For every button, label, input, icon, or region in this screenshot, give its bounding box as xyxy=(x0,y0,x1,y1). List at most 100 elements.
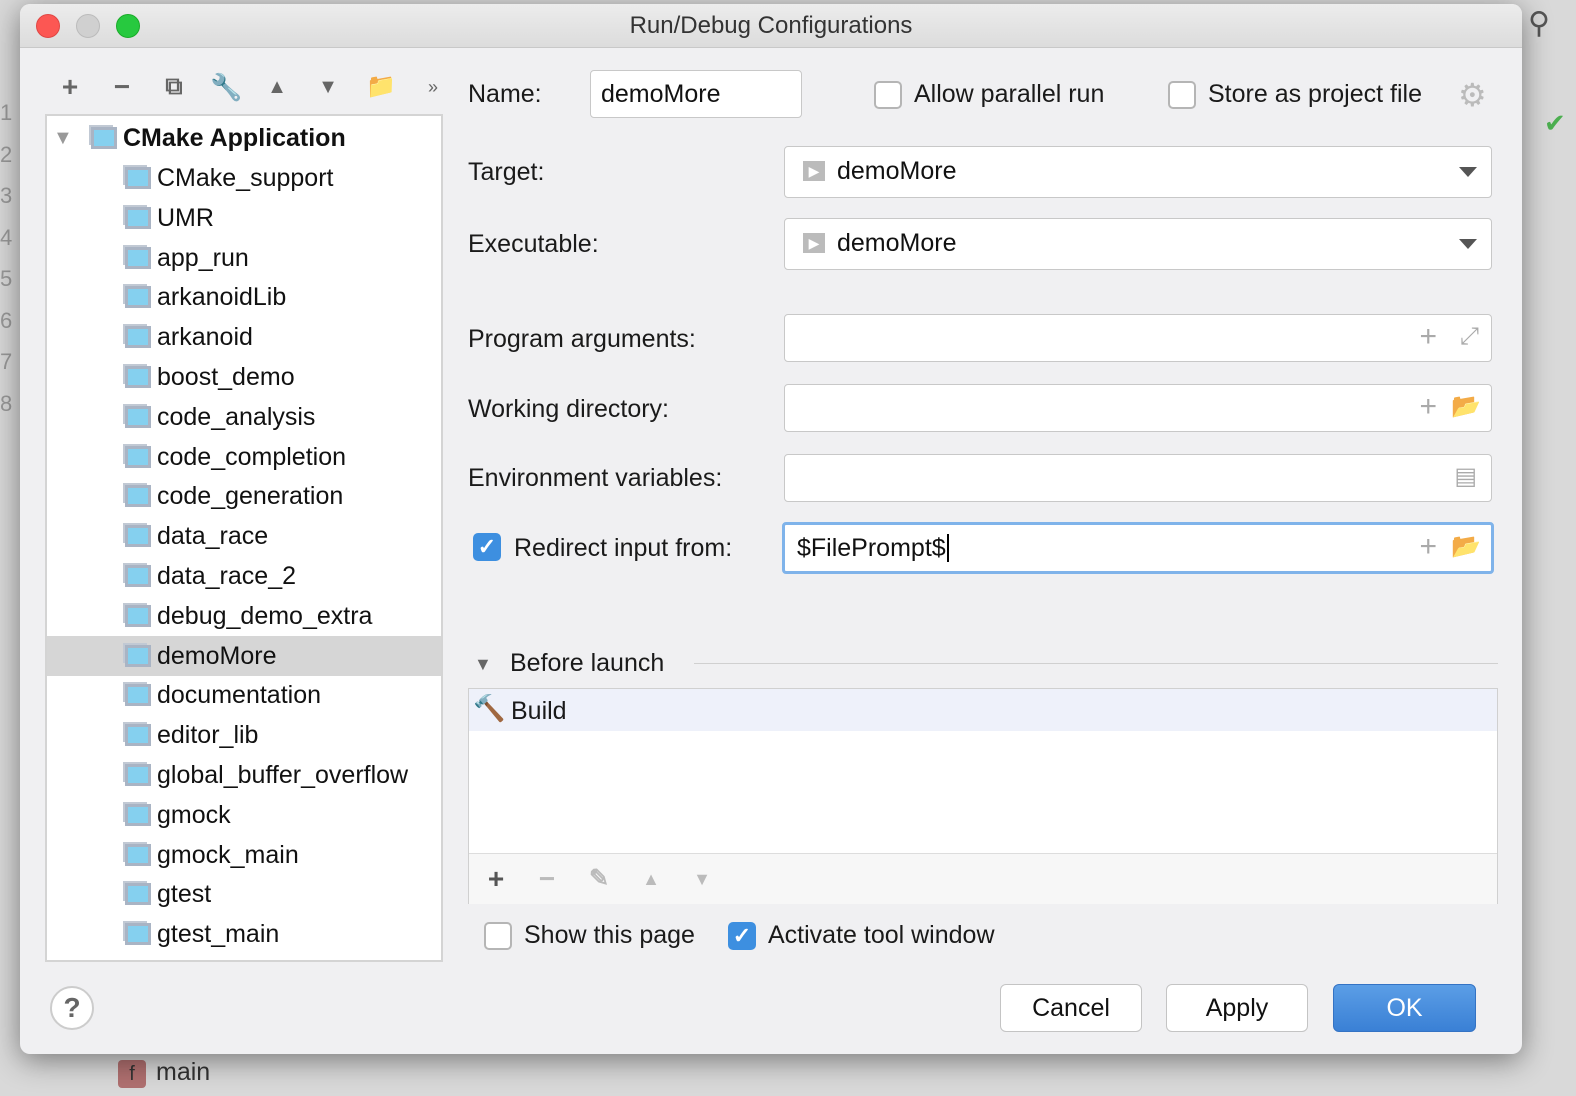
wrench-icon[interactable]: 🔧 xyxy=(210,72,242,102)
tree-item-label: documentation xyxy=(157,681,322,710)
name-input[interactable]: demoMore xyxy=(590,70,802,118)
expand-icon[interactable]: ⤢ xyxy=(1460,315,1479,359)
check-icon: ✔ xyxy=(1544,108,1566,138)
insert-macro-icon[interactable]: + xyxy=(1419,385,1437,429)
allow-parallel-run-checkbox[interactable] xyxy=(874,81,902,109)
move-down-icon[interactable]: ▼ xyxy=(687,864,717,894)
line-number: 1 xyxy=(0,100,13,125)
more-icon[interactable]: » xyxy=(418,72,448,102)
working-directory-input[interactable]: + 📂 xyxy=(784,384,1492,432)
executable-value: demoMore xyxy=(837,229,957,257)
line-number: 6 xyxy=(0,307,13,333)
tree-item[interactable]: arkanoid xyxy=(47,317,441,357)
tree-item[interactable]: gtest_main xyxy=(47,914,441,954)
tree-item[interactable]: code_completion xyxy=(47,437,441,477)
redirect-input-field[interactable]: $FilePrompt$ + 📂 xyxy=(782,522,1494,574)
move-up-icon[interactable]: ▲ xyxy=(636,864,666,894)
store-as-project-file-label: Store as project file xyxy=(1208,80,1422,108)
executable-icon: ▶ xyxy=(803,161,825,181)
help-button[interactable]: ? xyxy=(50,986,94,1030)
tree-item[interactable]: editor_lib xyxy=(47,715,441,755)
cmake-target-icon xyxy=(125,604,151,627)
tree-item[interactable]: data_race_2 xyxy=(47,556,441,596)
tree-group-cmake-application[interactable]: ▼ CMake Application xyxy=(47,118,441,158)
minus-icon[interactable]: − xyxy=(532,864,562,894)
move-up-icon[interactable]: ▲ xyxy=(262,72,292,102)
copy-icon[interactable]: ⧉ xyxy=(159,72,189,102)
line-number: 3 xyxy=(0,183,13,208)
show-this-page-checkbox[interactable] xyxy=(484,922,512,950)
target-value: demoMore xyxy=(837,157,957,185)
expand-triangle-icon[interactable]: ▼ xyxy=(53,118,73,158)
chevron-down-icon xyxy=(1459,239,1477,249)
plus-icon[interactable]: + xyxy=(55,72,85,102)
before-launch-item[interactable]: 🔨 Build xyxy=(469,689,1497,731)
environment-variables-label: Environment variables: xyxy=(468,464,723,492)
apply-button[interactable]: Apply xyxy=(1166,984,1308,1032)
tree-item-label: arkanoid xyxy=(157,323,253,352)
tree-item[interactable]: app_run xyxy=(47,238,441,278)
folder-icon[interactable]: 📂 xyxy=(1451,525,1481,569)
cmake-target-icon xyxy=(125,366,151,388)
gear-icon[interactable]: ⚙ xyxy=(1458,76,1487,114)
zoom-window-button[interactable] xyxy=(116,14,140,38)
structure-item[interactable]: main xyxy=(156,1058,210,1087)
tree-item-label: arkanoidLib xyxy=(157,283,287,312)
store-as-project-file-checkbox[interactable] xyxy=(1168,81,1196,109)
environment-variables-input[interactable]: ▤ xyxy=(784,454,1492,502)
title-bar: Run/Debug Configurations xyxy=(20,4,1522,48)
folder-icon[interactable]: 📂 xyxy=(1451,385,1481,429)
cmake-target-icon xyxy=(125,485,151,508)
tree-item[interactable]: arkanoidLib xyxy=(47,277,441,317)
program-arguments-input[interactable]: + ⤢ xyxy=(784,314,1492,362)
configuration-tree[interactable]: ▼ CMake Application CMake_support UMR app_… xyxy=(45,114,443,962)
tree-item[interactable]: debug_demo_extra xyxy=(47,596,441,636)
minus-icon[interactable]: − xyxy=(107,72,137,102)
cancel-button[interactable]: Cancel xyxy=(1000,984,1142,1032)
cmake-target-icon xyxy=(125,286,151,309)
tree-item[interactable]: code_generation xyxy=(47,476,441,516)
tree-item[interactable]: CMake_support xyxy=(47,158,441,198)
tree-item[interactable]: documentation xyxy=(47,675,441,715)
search-icon[interactable]: ⚲ xyxy=(1528,6,1550,41)
cmake-target-icon xyxy=(125,684,151,707)
plus-icon[interactable]: + xyxy=(481,864,511,894)
tree-item[interactable]: code_analysis xyxy=(47,397,441,437)
tree-item-label: UMR xyxy=(157,203,214,232)
chevron-down-icon xyxy=(1459,167,1477,177)
tree-item-label: demoMore xyxy=(157,641,277,670)
cmake-target-icon xyxy=(125,246,151,269)
before-launch-toolbar: + − ✎ ▲ ▼ xyxy=(469,854,1497,904)
move-down-icon[interactable]: ▼ xyxy=(313,72,343,102)
new-folder-icon[interactable]: 📁 xyxy=(366,72,396,102)
document-icon[interactable]: ▤ xyxy=(1454,455,1477,499)
tree-item[interactable]: global_buffer_overflow xyxy=(47,755,441,795)
close-window-button[interactable] xyxy=(36,14,60,38)
tree-item[interactable]: UMR xyxy=(47,198,441,238)
tree-item[interactable]: gtest xyxy=(47,874,441,914)
redirect-input-checkbox[interactable]: ✓ xyxy=(473,533,501,561)
cmake-target-icon xyxy=(125,803,151,826)
before-launch-item-label: Build xyxy=(511,697,567,725)
insert-macro-icon[interactable]: + xyxy=(1419,525,1437,569)
cmake-target-icon xyxy=(125,326,151,349)
tree-item[interactable]: boost_demo xyxy=(47,357,441,397)
executable-select[interactable]: ▶ demoMore xyxy=(784,218,1492,270)
activate-tool-window-checkbox[interactable]: ✓ xyxy=(728,922,756,950)
insert-macro-icon[interactable]: + xyxy=(1419,315,1437,359)
minimize-window-button[interactable] xyxy=(76,14,100,38)
edit-icon[interactable]: ✎ xyxy=(584,864,614,894)
target-select[interactable]: ▶ demoMore xyxy=(784,146,1492,198)
redirect-input-label: Redirect input from: xyxy=(514,534,733,562)
before-launch-list[interactable]: 🔨 Build + − ✎ ▲ ▼ xyxy=(468,688,1498,904)
ok-button[interactable]: OK xyxy=(1333,984,1476,1032)
tree-item[interactable]: gmock_main xyxy=(47,835,441,875)
tree-item[interactable]: data_race xyxy=(47,516,441,556)
tree-item[interactable]: gmock xyxy=(47,795,441,835)
collapse-triangle-icon[interactable]: ▼ xyxy=(474,654,492,675)
cmake-target-icon xyxy=(125,167,151,189)
working-directory-label: Working directory: xyxy=(468,395,669,423)
line-number: 8 xyxy=(0,390,13,416)
editor-gutter: 1 2 3 4 5 6 7 8 xyxy=(0,100,22,432)
tree-item[interactable]: demoMore xyxy=(47,635,441,676)
